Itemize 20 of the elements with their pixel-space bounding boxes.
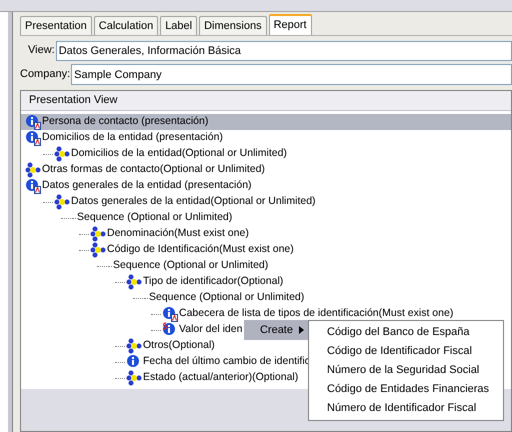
tree-label: Datos generales de la entidad (presentación) xyxy=(41,178,252,194)
tree-label: Otros(Optional) xyxy=(142,338,215,354)
tree-label: Persona de contacto (presentación) xyxy=(41,114,208,130)
tree-label: Cabecera de lista de tipos de identificación(Must exist one) xyxy=(178,306,454,322)
field-label: View: xyxy=(27,43,56,58)
tree-label: Datos generales de la entidad(Optional or Unlimited) xyxy=(70,194,316,210)
field-label: Company: xyxy=(20,67,72,82)
tree-label: Sequence (Optional or Unlimited) xyxy=(76,210,232,226)
tree-label: Tipo de identificador(Optional) xyxy=(142,274,284,290)
tree-label: Fecha del último cambio de identific xyxy=(142,354,310,370)
tree-label: Otras formas de contacto(Optional or Unlimited) xyxy=(41,162,265,178)
tree-label: Domicilios de la entidad (presentación) xyxy=(41,130,223,146)
tree-label: Denominación(Must exist one) xyxy=(106,226,249,242)
tree-label: Sequence (Optional or Unlimited) xyxy=(148,290,304,306)
tree-label: Código de Identificación(Must exist one) xyxy=(106,242,294,258)
tree-label: Estado (actual/anterior)(Optional) xyxy=(142,370,298,386)
tree-label: Valor del iden xyxy=(178,322,242,338)
tree-label: Domicilios de la entidad(Optional or Unlimited) xyxy=(70,146,287,162)
tree-label: Sequence (Optional or Unlimited) xyxy=(112,258,268,274)
panel-header: Presentation View xyxy=(21,91,511,111)
